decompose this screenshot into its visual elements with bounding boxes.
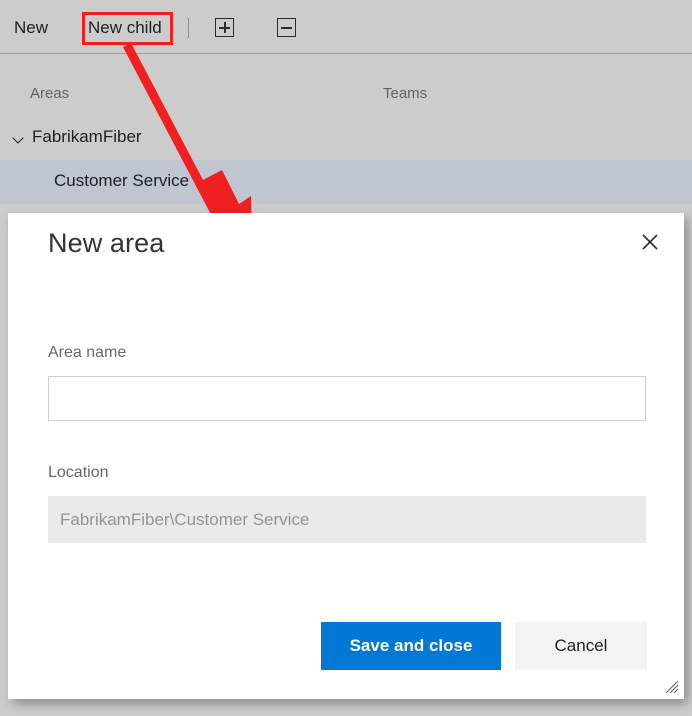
area-name-input[interactable] — [48, 376, 646, 421]
table-row[interactable]: Customer Service — [0, 160, 692, 204]
new-child-button[interactable]: New child — [88, 17, 162, 39]
column-header-teams: Teams — [383, 85, 428, 102]
save-and-close-button[interactable]: Save and close — [321, 622, 501, 670]
toolbar: New New child — [0, 0, 692, 54]
area-name-label: Area name — [48, 344, 127, 361]
table-row[interactable]: FabrikamFiber — [0, 116, 692, 160]
dialog-title: New area — [48, 228, 165, 258]
resize-grip-icon[interactable] — [665, 680, 679, 694]
tree-node-label: FabrikamFiber — [32, 127, 142, 146]
column-header-areas: Areas — [30, 85, 70, 102]
grid-column-header: Areas Teams — [0, 76, 692, 116]
new-area-dialog: New area Area name Location FabrikamFibe… — [8, 213, 684, 699]
toolbar-separator — [188, 18, 189, 38]
minus-square-icon[interactable] — [277, 18, 296, 37]
cancel-button[interactable]: Cancel — [515, 622, 647, 670]
location-label: Location — [48, 464, 109, 481]
location-readonly-field: FabrikamFiber\Customer Service — [48, 496, 646, 543]
new-button[interactable]: New — [14, 17, 48, 39]
close-icon[interactable] — [635, 227, 665, 257]
plus-square-icon[interactable] — [215, 18, 234, 37]
chevron-down-icon[interactable] — [14, 134, 23, 143]
tree-node-label: Customer Service — [54, 171, 190, 190]
